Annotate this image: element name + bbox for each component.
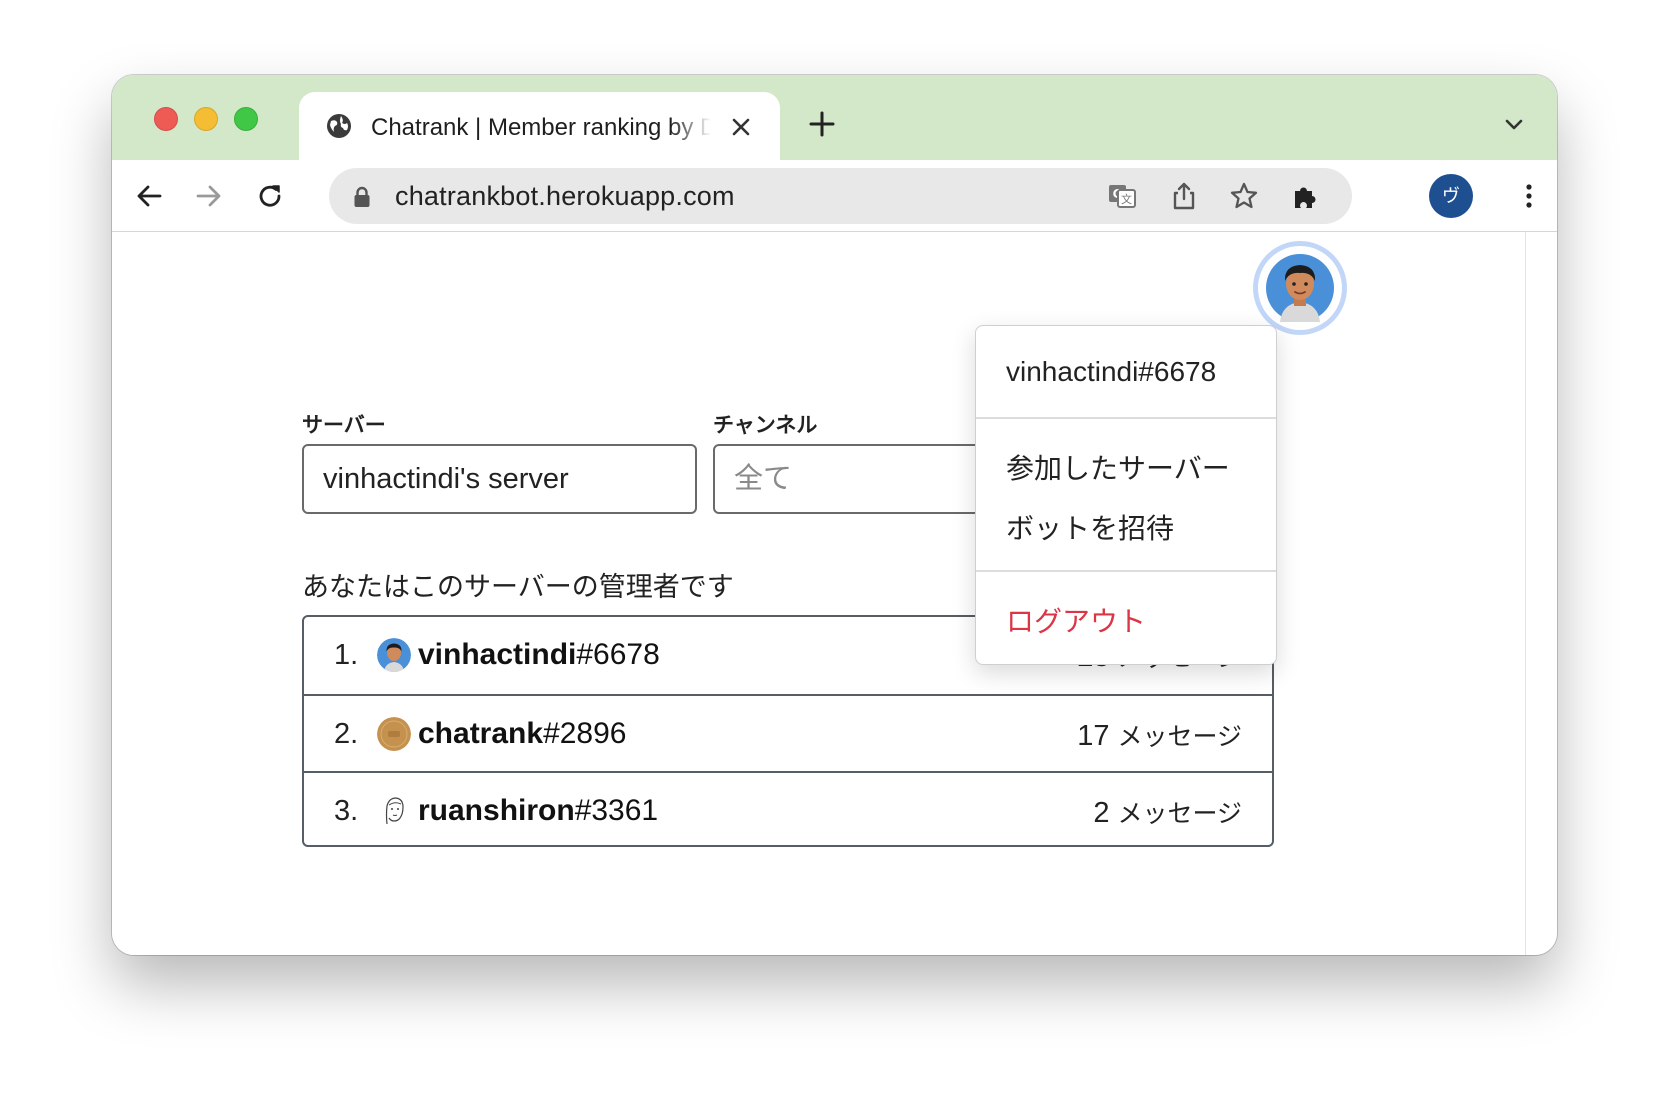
more-menu-icon[interactable] bbox=[1514, 181, 1544, 211]
profile-avatar[interactable]: ヴ bbox=[1429, 174, 1473, 218]
close-tab-icon[interactable] bbox=[729, 115, 753, 139]
member-avatar bbox=[377, 638, 411, 672]
reload-icon[interactable] bbox=[255, 181, 285, 211]
new-tab-icon[interactable] bbox=[807, 109, 837, 139]
menu-divider bbox=[976, 417, 1276, 419]
menu-username: vinhactindi#6678 bbox=[1006, 356, 1217, 387]
server-select[interactable]: vinhactindi's server bbox=[302, 444, 697, 514]
rank-number: 2. bbox=[334, 718, 359, 750]
globe-icon bbox=[327, 114, 351, 138]
browser-window: Chatrank | Member ranking by Discord bbox=[112, 75, 1557, 955]
menu-item-logout[interactable]: ログアウト bbox=[1006, 600, 1146, 640]
member-avatar bbox=[377, 717, 411, 751]
user-avatar-button[interactable] bbox=[1258, 246, 1342, 330]
translate-icon[interactable]: G 文 bbox=[1107, 181, 1137, 211]
svg-text:文: 文 bbox=[1121, 192, 1132, 206]
rank-number: 3. bbox=[334, 795, 359, 827]
admin-notice: あなたはこのサーバーの管理者です bbox=[302, 572, 734, 602]
tab-title: Chatrank | Member ranking by Discord bbox=[371, 114, 711, 141]
member-name: ruanshiron#3361 bbox=[418, 794, 659, 827]
page-content: サーバー vinhactindi's server チャンネル 全て あなたはこ… bbox=[112, 232, 1557, 955]
menu-divider bbox=[976, 570, 1276, 572]
menu-item-joined-servers[interactable]: 参加したサーバー bbox=[1006, 447, 1230, 487]
member-name: vinhactindi#6678 bbox=[418, 638, 660, 671]
scrollbar-track bbox=[1525, 232, 1526, 955]
minimize-window-button[interactable] bbox=[194, 107, 218, 131]
close-window-button[interactable] bbox=[154, 107, 178, 131]
address-bar[interactable]: chatrankbot.herokuapp.com G 文 bbox=[329, 168, 1352, 224]
active-tab[interactable]: Chatrank | Member ranking by Discord bbox=[299, 92, 780, 160]
rank-number: 1. bbox=[334, 639, 359, 671]
user-dropdown-menu: vinhactindi#6678 参加したサーバー ボットを招待 ログアウト bbox=[975, 325, 1277, 665]
back-icon[interactable] bbox=[134, 181, 164, 211]
star-icon[interactable] bbox=[1229, 181, 1259, 211]
member-avatar bbox=[377, 794, 411, 828]
channel-label: チャンネル bbox=[713, 414, 818, 437]
user-avatar-icon bbox=[1266, 254, 1334, 322]
toolbar: chatrankbot.herokuapp.com G 文 ヴ bbox=[112, 160, 1557, 232]
member-name: chatrank#2896 bbox=[418, 717, 627, 750]
message-count: 17 メッセージ bbox=[1077, 720, 1242, 752]
server-label: サーバー bbox=[302, 414, 386, 437]
extensions-icon[interactable] bbox=[1290, 181, 1320, 211]
forward-icon[interactable] bbox=[194, 181, 224, 211]
share-icon[interactable] bbox=[1169, 181, 1199, 211]
maximize-window-button[interactable] bbox=[234, 107, 258, 131]
lock-icon[interactable] bbox=[353, 186, 371, 208]
chevron-down-icon[interactable] bbox=[1502, 115, 1526, 135]
list-item: 2. chatrank#2896 17 メッセージ bbox=[304, 694, 1272, 773]
title-bar: Chatrank | Member ranking by Discord bbox=[112, 75, 1557, 160]
url-text[interactable]: chatrankbot.herokuapp.com bbox=[395, 180, 735, 212]
message-count: 2 メッセージ bbox=[1093, 797, 1242, 829]
menu-item-invite-bot[interactable]: ボットを招待 bbox=[1006, 507, 1174, 547]
list-item: 3. ruanshiron#3361 2 メッセージ bbox=[304, 771, 1272, 850]
